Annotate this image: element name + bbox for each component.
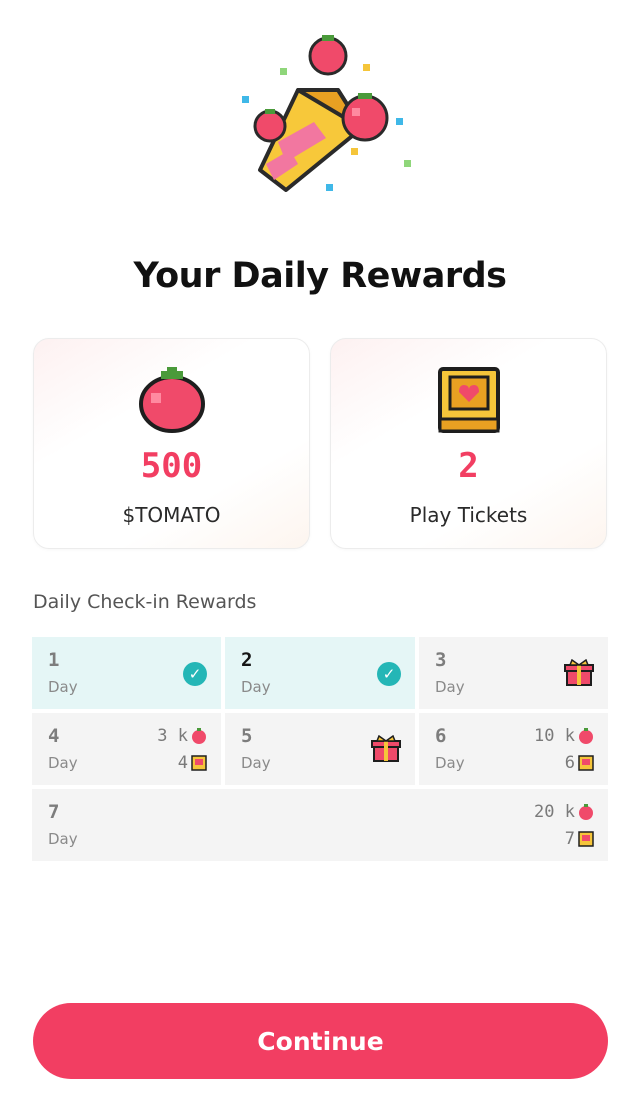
tomato-reward: 20 k [534,802,594,822]
day-label: Day [241,678,271,696]
ticket-icon [191,755,207,771]
tomato-reward: 3 k [157,726,207,746]
tomato-amount: 500 [140,446,203,486]
ticket-icon [578,831,594,847]
check-icon: ✓ [183,662,207,686]
gift-icon [564,659,594,687]
day-4-cell: 4 Day 3 k 4 [32,713,221,785]
check-icon: ✓ [377,662,401,686]
gift-icon [371,735,401,763]
day-number: 5 [241,725,253,747]
ticket-amount: 2 [458,446,479,486]
tomato-reward-amount: 3 k [157,726,188,746]
daily-rewards-screen: Your Daily Rewards 500 $TOMATO 2 Play Ti… [0,0,640,1107]
day-label: Day [241,754,271,772]
ticket-reward: 7 [565,829,594,849]
party-popper-illustration [230,30,420,200]
day-number: 4 [48,725,60,747]
tomato-icon [578,728,594,744]
continue-button[interactable]: Continue [33,1003,608,1079]
day-number: 6 [435,725,447,747]
day-6-cell: 6 Day 10 k 6 [419,713,608,785]
day-2-cell: 2 Day ✓ [225,637,415,709]
tomato-reward: 10 k [534,726,594,746]
day-label: Day [435,754,465,772]
day-3-cell: 3 Day [419,637,608,709]
day-1-cell: 1 Day ✓ [32,637,221,709]
day-label: Day [48,678,78,696]
day-number: 2 [241,649,253,671]
tomato-label: $TOMATO [122,503,221,527]
ticket-reward: 6 [565,753,594,773]
tomato-reward-amount: 20 k [534,802,575,822]
ticket-icon [578,755,594,771]
ticket-label: Play Tickets [409,503,528,527]
ticket-reward-amount: 7 [564,829,575,849]
party-popper-icon [242,35,411,192]
tomato-reward-card: 500 $TOMATO [33,338,310,549]
ticket-reward: 4 [178,753,207,773]
day-7-cell: 7 Day 20 k 7 [32,789,608,861]
tomato-icon [191,728,207,744]
day-number: 7 [48,801,60,823]
checkin-section-title: Daily Check-in Rewards [33,591,257,613]
day-label: Day [435,678,465,696]
day-5-cell: 5 Day [225,713,415,785]
day-label: Day [48,754,78,772]
page-title: Your Daily Rewards [133,256,508,296]
ticket-reward-amount: 4 [177,753,188,773]
day-number: 1 [48,649,60,671]
day-number: 3 [435,649,447,671]
ticket-icon [434,365,504,435]
ticket-reward-card: 2 Play Tickets [330,338,607,549]
day-label: Day [48,830,78,848]
ticket-reward-amount: 6 [564,753,575,773]
tomato-icon [578,804,594,820]
tomato-reward-amount: 10 k [534,726,575,746]
tomato-icon [137,365,207,435]
